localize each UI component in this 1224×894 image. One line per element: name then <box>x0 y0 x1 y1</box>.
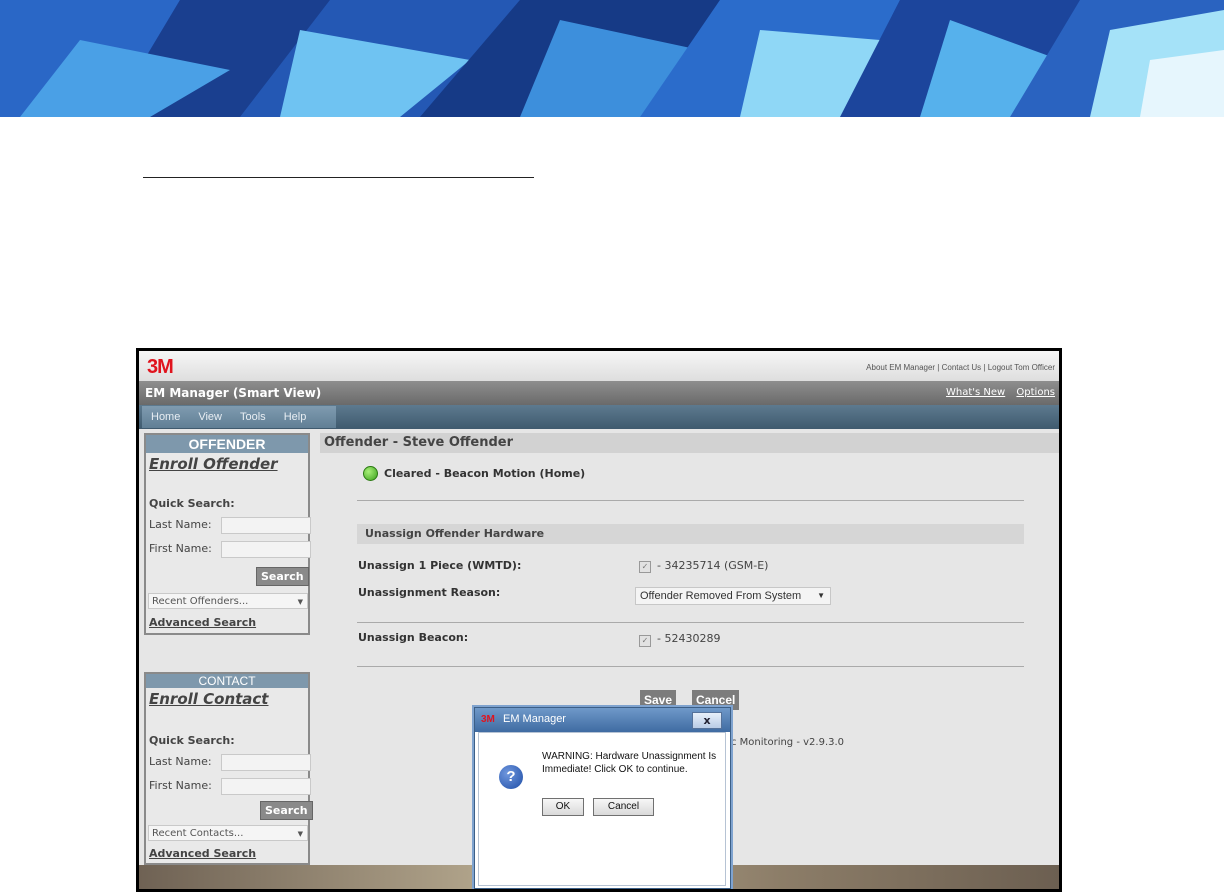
dialog-cancel-button[interactable]: Cancel <box>593 798 654 816</box>
3m-logo: 3M <box>147 356 174 378</box>
recent-contacts-select[interactable]: Recent Contacts... ▼ <box>148 825 308 841</box>
app-title: EM Manager (Smart View) <box>145 386 322 400</box>
question-icon: ? <box>499 765 523 789</box>
menu-home[interactable]: Home <box>142 411 189 423</box>
enroll-offender-link[interactable]: Enroll Offender <box>149 455 308 473</box>
unassign-beacon-label: Unassign Beacon: <box>358 631 469 644</box>
whats-new-link[interactable]: What's New <box>946 387 1005 398</box>
top-links-text[interactable]: About EM Manager | Contact Us | Logout T… <box>866 363 1055 372</box>
quick-search-label: Quick Search: <box>149 734 235 747</box>
decorative-banner <box>0 0 1224 117</box>
section-title: Unassign Offender Hardware <box>365 527 545 540</box>
first-name-label: First Name: <box>149 542 212 555</box>
divider <box>357 500 1024 501</box>
confirm-dialog: 3M EM Manager x ? WARNING: Hardware Unas… <box>474 707 731 889</box>
contact-panel: CONTACT Enroll Contact Quick Search: Las… <box>144 672 313 865</box>
menu-tools[interactable]: Tools <box>231 411 275 423</box>
document-rule <box>143 177 534 178</box>
offender-panel-heading: OFFENDER <box>146 435 308 453</box>
menu-help[interactable]: Help <box>275 411 316 423</box>
offender-header: Offender - Steve Offender <box>320 433 1059 453</box>
contact-panel-heading: CONTACT <box>146 674 308 688</box>
dialog-title: EM Manager <box>503 713 566 725</box>
menu-group: Home View Tools Help <box>142 406 336 428</box>
chevron-down-icon: ▼ <box>297 830 303 838</box>
ok-button[interactable]: OK <box>542 798 584 816</box>
beacon-value: - 52430289 <box>657 632 721 645</box>
status-text: Cleared - Beacon Motion (Home) <box>384 467 586 480</box>
recent-offenders-value: Recent Offenders... <box>152 596 249 607</box>
contact-last-name-input[interactable] <box>221 754 311 771</box>
divider <box>357 622 1024 623</box>
close-button[interactable]: x <box>692 712 722 729</box>
app-title-bar: EM Manager (Smart View) What's New Optio… <box>139 381 1059 405</box>
offender-first-name-input[interactable] <box>221 541 311 558</box>
title-links: What's New Options <box>938 387 1055 398</box>
reason-value: Offender Removed From System <box>640 590 802 602</box>
section-header: Unassign Offender Hardware <box>357 524 1024 544</box>
menu-view[interactable]: View <box>189 411 231 423</box>
chevron-down-icon: ▼ <box>817 591 825 600</box>
offender-panel: OFFENDER Enroll Offender Quick Search: L… <box>144 433 311 635</box>
unassign-piece-checkbox[interactable]: ✓ <box>639 561 651 573</box>
recent-offenders-select[interactable]: Recent Offenders... ▼ <box>148 593 308 609</box>
unassign-beacon-checkbox[interactable]: ✓ <box>639 635 651 647</box>
quick-search-label: Quick Search: <box>149 497 235 510</box>
page-title: Offender - Steve Offender <box>324 435 514 450</box>
offender-advanced-search-link[interactable]: Advanced Search <box>149 616 256 629</box>
last-name-label: Last Name: <box>149 518 212 531</box>
enroll-contact-link[interactable]: Enroll Contact <box>149 690 308 708</box>
unassignment-reason-label: Unassignment Reason: <box>358 586 501 599</box>
options-link[interactable]: Options <box>1016 387 1055 398</box>
dialog-body: ? WARNING: Hardware Unassignment Is Imme… <box>478 732 726 886</box>
offender-last-name-input[interactable] <box>221 517 311 534</box>
divider <box>357 666 1024 667</box>
contact-first-name-input[interactable] <box>221 778 311 795</box>
piece-value: - 34235714 (GSM-E) <box>657 559 769 572</box>
brand-bar: 3M About EM Manager | Contact Us | Logou… <box>139 351 1059 381</box>
offender-search-button[interactable]: Search <box>256 567 309 586</box>
contact-advanced-search-link[interactable]: Advanced Search <box>149 847 256 860</box>
3m-logo: 3M <box>481 714 495 725</box>
first-name-label: First Name: <box>149 779 212 792</box>
status-ok-icon <box>363 466 378 481</box>
unassignment-reason-select[interactable]: Offender Removed From System ▼ <box>635 587 831 605</box>
app-screenshot: 3M About EM Manager | Contact Us | Logou… <box>136 348 1062 892</box>
last-name-label: Last Name: <box>149 755 212 768</box>
version-text: c Monitoring - v2.9.3.0 <box>731 737 845 748</box>
chevron-down-icon: ▼ <box>297 598 303 606</box>
contact-search-button[interactable]: Search <box>260 801 313 820</box>
top-links[interactable]: About EM Manager | Contact Us | Logout T… <box>866 363 1055 372</box>
dialog-title-bar: 3M EM Manager x <box>475 708 730 732</box>
recent-contacts-value: Recent Contacts... <box>152 828 244 839</box>
dialog-message: WARNING: Hardware Unassignment Is Immedi… <box>542 751 717 775</box>
menu-bar: Home View Tools Help <box>139 405 1059 429</box>
unassign-piece-label: Unassign 1 Piece (WMTD): <box>358 559 522 572</box>
